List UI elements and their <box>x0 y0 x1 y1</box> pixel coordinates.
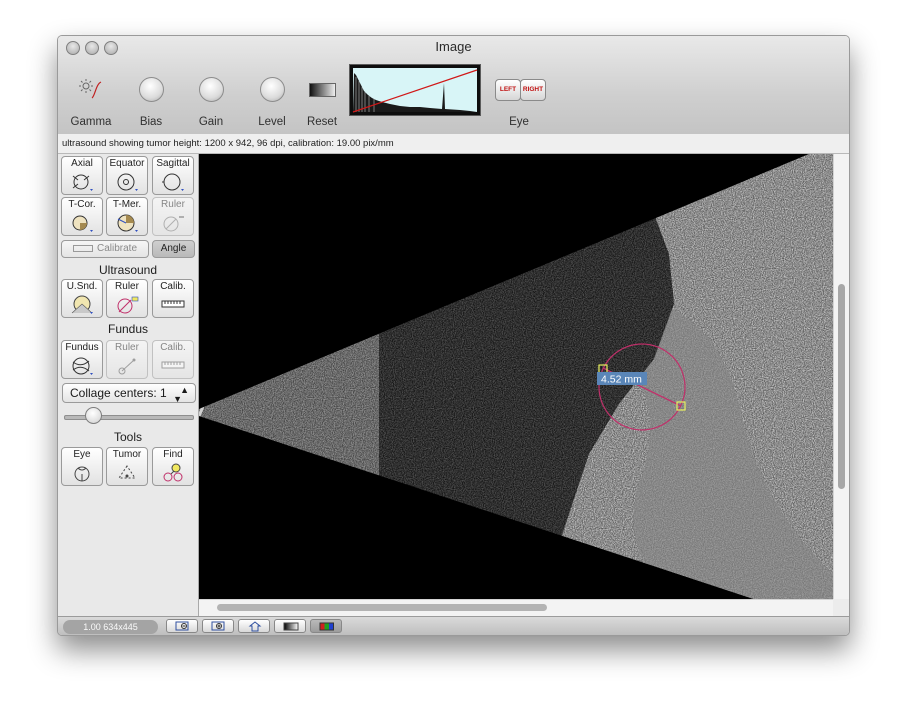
fundus-ruler-label: Ruler <box>115 342 139 353</box>
eye-right-button[interactable]: RIGHT <box>520 79 546 101</box>
collage-slider-track[interactable] <box>64 415 194 420</box>
ultrasound-icon <box>71 295 93 314</box>
axial-icon <box>72 174 93 191</box>
angle-button[interactable]: Angle <box>152 240 195 258</box>
popup-arrows-icon: ▲ ▼ <box>173 385 189 404</box>
tmer-icon <box>117 214 138 232</box>
fundus-button[interactable]: Fundus <box>61 340 103 379</box>
grayscale-icon <box>283 622 299 631</box>
ultrasound-scan: 4.52 mm <box>199 154 833 599</box>
eye-left-button[interactable]: LEFT <box>495 79 521 101</box>
color-channels-icon <box>319 622 334 631</box>
collage-centers-popup[interactable]: Collage centers: 1 ▲ ▼ <box>62 383 196 404</box>
equator-button[interactable]: Equator <box>106 156 148 195</box>
find-tool-icon <box>163 463 183 482</box>
fundus-ruler-button[interactable]: Ruler <box>106 340 148 379</box>
ultrasound-image-view[interactable]: 4.52 mm <box>199 154 833 599</box>
projection-ruler-label: Ruler <box>161 199 185 210</box>
tumor-tool-label: Tumor <box>112 449 142 460</box>
ultrasound-calib-label: Calib. <box>160 281 186 292</box>
tcor-label: T-Cor. <box>68 199 96 210</box>
grayscale-button[interactable] <box>274 619 306 633</box>
collage-slider-thumb[interactable] <box>85 407 102 424</box>
calibrate-ruler-icon <box>72 244 93 252</box>
zoom-in-button[interactable] <box>202 619 234 633</box>
tumor-tool-button[interactable]: Tumor <box>106 447 148 486</box>
usnd-label: U.Snd. <box>66 281 98 292</box>
status-bar: 1.00 634x445 <box>58 616 849 635</box>
gradient-icon <box>309 83 336 97</box>
gamma-icon <box>79 79 102 99</box>
ultrasound-ruler-button[interactable]: Ruler <box>106 279 148 318</box>
horizontal-scrollbar[interactable] <box>199 599 833 616</box>
zoom-readout: 1.00 634x445 <box>63 620 158 634</box>
calib-ruler-icon <box>161 300 185 308</box>
zoom-out-icon <box>175 621 189 631</box>
axial-label: Axial <box>71 158 93 169</box>
bias-knob-icon[interactable] <box>139 77 164 102</box>
zoom-out-button[interactable] <box>166 619 198 633</box>
fundus-label: Fundus <box>65 342 99 353</box>
image-window: Image Gamma Bias Gain Level Reset LEFT R… <box>57 35 850 636</box>
title-toolbar: Image Gamma Bias Gain Level Reset LEFT R… <box>58 36 849 135</box>
vertical-scroll-thumb[interactable] <box>838 284 845 489</box>
fundus-section-title: Fundus <box>107 322 149 336</box>
eye-tool-button[interactable]: Eye <box>61 447 103 486</box>
ruler-icon <box>163 216 184 232</box>
gamma-control[interactable]: Gamma <box>61 74 121 134</box>
bias-control[interactable]: Bias <box>121 74 181 134</box>
tools-section-title: Tools <box>113 430 142 444</box>
fundus-icon <box>72 357 93 375</box>
reset-label: Reset <box>306 116 338 128</box>
ultrasound-ruler-icon <box>117 296 139 314</box>
eye-label: Eye <box>509 116 529 128</box>
horizontal-scroll-thumb[interactable] <box>217 604 547 611</box>
fundus-ruler-icon <box>118 358 136 375</box>
sidebar: Axial Equator Sagittal T-Cor. T-Mer. Rul… <box>58 154 199 617</box>
reset-control[interactable]: Reset <box>292 74 352 134</box>
ultrasound-section-title: Ultrasound <box>98 263 158 277</box>
equator-icon <box>117 173 138 191</box>
color-button[interactable] <box>310 619 342 633</box>
collage-centers-label: Collage centers: 1 <box>70 386 167 400</box>
measurement-label: 4.52 mm <box>601 374 642 386</box>
usnd-button[interactable]: U.Snd. <box>61 279 103 318</box>
equator-label: Equator <box>109 158 145 169</box>
eye-tool-label: Eye <box>73 449 91 460</box>
fundus-calib-icon <box>161 361 185 369</box>
histogram-graph <box>352 68 478 113</box>
window-title: Image <box>435 39 472 54</box>
histogram[interactable] <box>349 64 481 116</box>
calibrate-label: Calibrate <box>96 243 138 254</box>
tmer-button[interactable]: T-Mer. <box>106 197 148 236</box>
eye-tool-icon <box>74 466 90 482</box>
gain-knob-icon[interactable] <box>199 77 224 102</box>
level-knob-icon[interactable] <box>260 77 285 102</box>
gain-control[interactable]: Gain <box>181 74 241 134</box>
ultrasound-ruler-label: Ruler <box>115 281 139 292</box>
bias-label: Bias <box>139 116 163 128</box>
tumor-tool-icon <box>118 465 136 479</box>
ultrasound-calib-button[interactable]: Calib. <box>152 279 194 318</box>
sagittal-icon <box>162 173 184 191</box>
fundus-calib-button[interactable]: Calib. <box>152 340 194 379</box>
axial-button[interactable]: Axial <box>61 156 103 195</box>
home-button[interactable] <box>238 619 270 633</box>
tcor-icon <box>72 215 93 232</box>
find-tool-button[interactable]: Find <box>152 447 194 486</box>
gain-label: Gain <box>198 116 224 128</box>
zoom-in-icon <box>211 621 225 631</box>
find-tool-label: Find <box>163 449 183 460</box>
info-bar: ultrasound showing tumor height: 1200 x … <box>58 134 849 154</box>
calibrate-button[interactable]: Calibrate <box>61 240 149 258</box>
projection-ruler-button[interactable]: Ruler <box>152 197 194 236</box>
vertical-scrollbar[interactable] <box>833 154 849 599</box>
sagittal-label: Sagittal <box>156 158 190 169</box>
gamma-label: Gamma <box>70 116 112 128</box>
sagittal-button[interactable]: Sagittal <box>152 156 194 195</box>
tcor-button[interactable]: T-Cor. <box>61 197 103 236</box>
fundus-calib-label: Calib. <box>160 342 186 353</box>
tmer-label: T-Mer. <box>112 199 142 210</box>
home-icon <box>248 621 262 632</box>
